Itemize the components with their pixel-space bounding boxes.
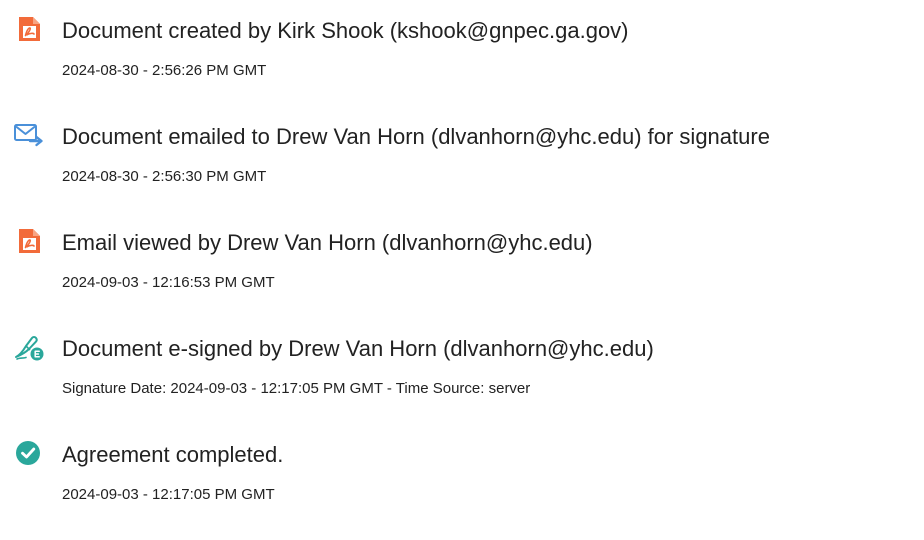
audit-history: Document created by Kirk Shook (kshook@g… xyxy=(0,0,924,540)
event-title: Document emailed to Drew Van Horn (dlvan… xyxy=(62,124,770,149)
email-viewed-icon xyxy=(14,226,44,256)
document-created-icon xyxy=(14,14,44,44)
email-sent-icon xyxy=(14,120,44,150)
history-event-document-emailed: Document emailed to Drew Van Horn (dlvan… xyxy=(0,118,924,198)
history-event-document-created: Document created by Kirk Shook (kshook@g… xyxy=(0,12,924,92)
event-timestamp: Signature Date: 2024-09-03 - 12:17:05 PM… xyxy=(62,380,531,397)
event-timestamp: 2024-09-03 - 12:17:05 PM GMT xyxy=(62,486,275,503)
agreement-completed-icon xyxy=(14,438,44,468)
event-title: Email viewed by Drew Van Horn (dlvanhorn… xyxy=(62,230,593,255)
event-timestamp: 2024-08-30 - 2:56:26 PM GMT xyxy=(62,62,267,79)
history-event-agreement-completed: Agreement completed. 2024-09-03 - 12:17:… xyxy=(0,436,924,516)
event-title: Agreement completed. xyxy=(62,442,284,467)
event-timestamp: 2024-08-30 - 2:56:30 PM GMT xyxy=(62,168,267,185)
history-event-email-viewed: Email viewed by Drew Van Horn (dlvanhorn… xyxy=(0,224,924,304)
event-title: Document created by Kirk Shook (kshook@g… xyxy=(62,18,629,43)
event-title: Document e-signed by Drew Van Horn (dlva… xyxy=(62,336,654,361)
event-timestamp: 2024-09-03 - 12:16:53 PM GMT xyxy=(62,274,275,291)
e-signed-icon xyxy=(14,332,44,362)
history-event-e-signed: Document e-signed by Drew Van Horn (dlva… xyxy=(0,330,924,410)
